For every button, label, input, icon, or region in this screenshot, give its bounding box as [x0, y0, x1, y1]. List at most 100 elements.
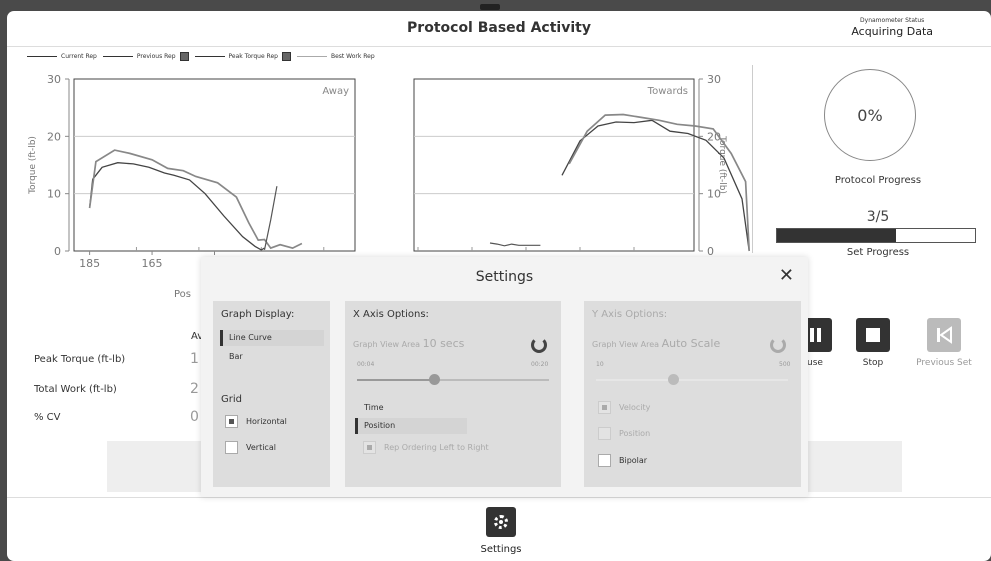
grid-horizontal-option[interactable]: Horizontal [225, 415, 287, 428]
y-velocity-option[interactable]: Velocity [598, 401, 650, 414]
y-slider-max: 500 [779, 361, 791, 368]
x-view-area-label: Graph View Area [353, 340, 421, 349]
settings-button[interactable] [486, 507, 516, 537]
chart-towards-title: Towards [647, 86, 688, 97]
y-velocity-label: Velocity [619, 403, 651, 412]
stat-value-peak-torque: 1 [190, 351, 199, 367]
stat-value-cv: 0 [190, 409, 199, 425]
legend-previous-toggle[interactable] [179, 52, 189, 61]
chart-away-frame [73, 78, 356, 252]
legend-best: Best Work Rep [296, 53, 375, 60]
y-view-area-label: Graph View Area [592, 340, 660, 349]
protocol-progress-percent: 0% [857, 105, 883, 125]
stop-icon [866, 328, 880, 342]
chart-away-ylabel: Torque (ft-lb) [28, 136, 38, 195]
rep-ordering-option[interactable]: Rep Ordering Left to Right [363, 441, 489, 454]
legend-line-icon [102, 56, 133, 57]
stop-control[interactable]: Stop [847, 318, 899, 368]
y-tick-label: 20 [47, 130, 61, 143]
page-title: Protocol Based Activity [407, 20, 591, 36]
x-view-slider-thumb[interactable] [428, 374, 440, 385]
option-time[interactable]: Time [358, 400, 458, 416]
gear-icon [494, 515, 508, 529]
x-axis-title: X Axis Options: [353, 309, 429, 320]
set-progress-fill [777, 229, 896, 242]
x-view-area: Graph View Area 10 secs [353, 337, 464, 350]
rep-ordering-label: Rep Ordering Left to Right [384, 443, 489, 452]
legend-current: Current Rep [27, 53, 97, 60]
top-notch [480, 4, 500, 10]
y-bipolar-option[interactable]: Bipolar [598, 454, 647, 467]
protocol-progress-circle: 0% [824, 69, 916, 161]
grid-horizontal-label: Horizontal [246, 417, 287, 426]
rep-ordering-checkbox[interactable] [363, 441, 376, 454]
y-position-option[interactable]: Position [598, 427, 650, 440]
option-position[interactable]: Position [355, 418, 467, 434]
settings-button-label: Settings [480, 544, 522, 555]
previous-set-control[interactable]: Previous Set [905, 318, 983, 368]
y-view-slider[interactable] [596, 379, 788, 381]
grid-title: Grid [221, 394, 242, 405]
close-icon[interactable]: ✕ [779, 265, 794, 286]
protocol-progress-label: Protocol Progress [834, 175, 922, 186]
vertical-divider [752, 65, 753, 253]
legend-line-icon [27, 56, 57, 57]
x-view-area-value: 10 secs [422, 337, 465, 350]
y-position-checkbox[interactable] [598, 427, 611, 440]
settings-modal: Settings ✕ Graph Display: Line Curve Bar… [201, 257, 808, 497]
legend-line-icon [296, 56, 327, 57]
legend-peak[interactable]: Peak Torque Rep [194, 52, 291, 61]
reset-icon[interactable] [770, 337, 786, 353]
y-tick-label: 30 [47, 73, 61, 86]
chart-towards-ylabel: Torque (ft-lb) [717, 135, 727, 194]
chart-away-title: Away [322, 86, 349, 97]
grid-vertical-option[interactable]: Vertical [225, 441, 276, 454]
x-slider-min: 00:04 [357, 361, 375, 368]
y-slider-min: 10 [596, 361, 604, 368]
y-axis-title: Y Axis Options: [592, 309, 668, 320]
y-velocity-checkbox[interactable] [598, 401, 611, 414]
graph-display-title: Graph Display: [221, 309, 295, 320]
set-count: 3/5 [866, 209, 890, 225]
pause-label: use [807, 358, 823, 368]
legend-previous-label: Previous Rep [136, 53, 176, 60]
stop-button[interactable] [856, 318, 890, 352]
legend-current-label: Current Rep [61, 53, 97, 60]
settings-modal-title: Settings [475, 269, 534, 285]
y-tick-label: 10 [47, 188, 61, 201]
set-progress-label: Set Progress [846, 247, 910, 258]
footer-bar: Settings [7, 497, 991, 561]
y-view-area-value: Auto Scale [661, 337, 721, 350]
y-axis-panel: Y Axis Options: Graph View Area Auto Sca… [584, 301, 801, 487]
y-bipolar-checkbox[interactable] [598, 454, 611, 467]
app-window: Protocol Based Activity Dynamometer Stat… [7, 11, 991, 561]
stat-label-total-work: Total Work (ft-lb) [34, 384, 117, 395]
legend-line-icon [194, 56, 225, 57]
option-line-curve[interactable]: Line Curve [220, 330, 324, 346]
legend-previous[interactable]: Previous Rep [102, 52, 189, 61]
option-bar[interactable]: Bar [223, 349, 323, 365]
legend-best-label: Best Work Rep [330, 53, 375, 60]
x-tick-label: 165 [142, 257, 163, 270]
grid-horizontal-checkbox[interactable] [225, 415, 238, 428]
previous-set-button[interactable] [927, 318, 961, 352]
dynamometer-status-label: Dynamometer Status [860, 17, 925, 24]
x-axis-panel: X Axis Options: Graph View Area 10 secs … [345, 301, 561, 487]
chart-towards-frame [413, 78, 695, 252]
stat-label-cv: % CV [34, 412, 61, 423]
skip-back-icon [937, 326, 952, 344]
legend-peak-toggle[interactable] [281, 52, 291, 61]
y-view-slider-thumb[interactable] [667, 374, 679, 385]
grid-vertical-label: Vertical [246, 443, 276, 452]
graph-display-panel: Graph Display: Line Curve Bar Grid Horiz… [213, 301, 330, 487]
previous-set-label: Previous Set [916, 358, 972, 368]
chart-away-xlabel: Pos [174, 289, 191, 300]
y-tick-label: 30 [707, 73, 721, 86]
stat-label-peak-torque: Peak Torque (ft-lb) [34, 354, 126, 365]
y-position-label: Position [619, 429, 651, 438]
reset-icon[interactable] [531, 337, 547, 353]
set-progress-bar [776, 228, 976, 243]
x-tick-label: 185 [79, 257, 100, 270]
grid-vertical-checkbox[interactable] [225, 441, 238, 454]
chart-towards: Towards Torque (ft-lb) 0102030 [413, 73, 751, 258]
